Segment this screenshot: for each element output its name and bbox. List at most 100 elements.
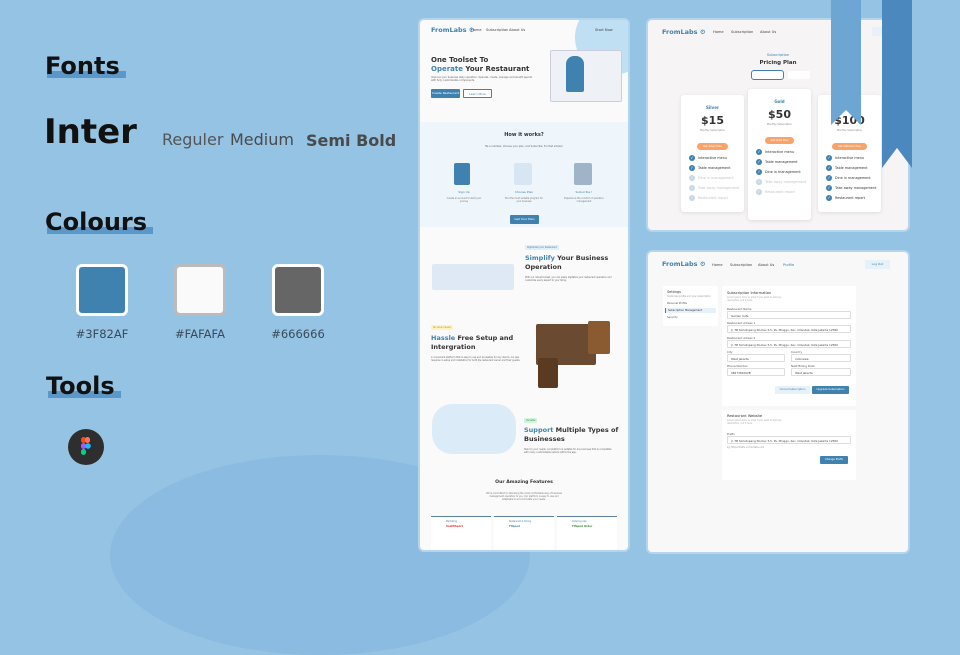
color-swatch-light <box>174 264 226 316</box>
nav-profile[interactable]: Profile <box>783 263 794 267</box>
sidebar-item-personal-profile[interactable]: Personal Profile <box>667 302 687 305</box>
section1-desc: With our robust toolset, you can easily … <box>525 276 612 282</box>
logo: FromLabs ⚙ <box>662 260 706 268</box>
prefix-hint: eg: https://Prefix.vn.fromlabs.com <box>727 446 765 449</box>
step-desc: Experience the comfort of operation mana… <box>564 197 604 203</box>
sidebar-title: Settings <box>667 290 681 294</box>
step-title: Sign Up <box>458 190 470 194</box>
address1-input[interactable]: Jl. TB Simatupang No.Kav 3-5, Ps. Minggu… <box>727 325 851 333</box>
pricing-page-mockup: FromLabs ⚙ Home Subscription About Us Su… <box>648 20 908 230</box>
section2-title: Hassle Free Setup and Intergration <box>431 334 514 351</box>
nav-subscription[interactable]: Subscription <box>730 263 752 267</box>
cafe-photo-small <box>538 358 558 388</box>
business-illustration <box>432 404 516 454</box>
nav-home[interactable]: Home <box>712 263 723 267</box>
section-title: Subscription Information <box>727 291 772 295</box>
features-title: Our Amazing Features <box>495 480 553 485</box>
step-title: Subscribe ! <box>575 190 593 194</box>
change-prefix-button[interactable]: Change Prefix <box>820 456 848 464</box>
restaurant-name-input[interactable]: Garden Cafe <box>727 311 851 319</box>
hero-title: One Toolset To Operate Your Restaurant <box>431 56 530 73</box>
sidebar-item-security[interactable]: Security <box>667 316 678 319</box>
team-illustration <box>432 264 514 290</box>
create-restaurant-button[interactable]: Create Restaurant <box>431 89 460 98</box>
start-now-link[interactable]: Start Now <box>595 28 613 32</box>
logout-button[interactable]: Log Out <box>865 260 890 269</box>
sidebar-item-subscription[interactable]: Subscription Management <box>665 308 716 313</box>
toggle-option[interactable] <box>788 71 810 79</box>
color-label: #3F82AF <box>75 327 129 341</box>
landing-page-mockup: FromLabs ⚙ Home Subscription About Us St… <box>420 20 628 550</box>
get-plan-button[interactable]: Get Gold Plan <box>764 137 795 144</box>
section1-tag: Digitalized your Restaurant <box>525 245 559 250</box>
hero-illustration <box>550 50 622 102</box>
color-swatch-gray <box>272 264 324 316</box>
how-title: How it works? <box>504 132 544 138</box>
nav-about[interactable]: About Us <box>758 263 774 267</box>
hero-desc: Improve your business daily operation. O… <box>431 76 533 82</box>
section3-tag: Versatile <box>524 418 538 423</box>
prefix-input[interactable]: Jl. TB Simatupang No.Kav 3-5, Ps. Minggu… <box>727 436 851 444</box>
country-input[interactable]: Indonesia <box>791 354 851 362</box>
decor-ribbon-light <box>831 0 861 125</box>
fonts-heading: Fonts <box>45 52 126 80</box>
section1-title: Simplify Your Business Operation <box>525 254 609 271</box>
feature-card[interactable]: Marketing SeaMiSport <box>431 516 491 550</box>
section3-title: Support Multiple Types of Businesses <box>524 426 619 443</box>
colours-heading: Colours <box>45 208 154 236</box>
cancel-subscription-button[interactable]: Cancel Subscription <box>775 386 810 394</box>
color-swatch-primary <box>76 264 128 316</box>
font-weight-regular: Reguler <box>162 130 224 149</box>
step-desc: Create an account to start your journey <box>446 197 482 203</box>
phone-input[interactable]: 0827362002B <box>727 368 785 376</box>
pricing-subtitle: Subscription <box>766 53 790 57</box>
section-desc: Lorem ipsum dolor si amet if you want to… <box>727 419 782 425</box>
city-input[interactable]: West Jakarta <box>727 354 785 362</box>
feature-card[interactable]: Ordering App Fifapod Order <box>557 516 617 550</box>
signup-illustration <box>454 163 470 185</box>
color-label: #666666 <box>271 327 325 341</box>
nav-about[interactable]: About Us <box>509 28 525 32</box>
settings-page-mockup: FromLabs ⚙ Home Subscription About Us Pr… <box>648 252 908 552</box>
nav-home[interactable]: Home <box>471 28 482 32</box>
get-plan-button[interactable]: Get Platinum Plan <box>831 143 868 150</box>
plan-card-silver: Silver $15 Monthly Subscription Get Silv… <box>681 95 744 212</box>
nav-about[interactable]: About Us <box>760 30 776 34</box>
tools-heading: Tools <box>46 372 121 400</box>
plan-illustration <box>514 163 532 185</box>
nav-subscription[interactable]: Subscription <box>731 30 753 34</box>
section3-desc: Tailor to your needs, our platform is su… <box>524 448 612 454</box>
address2-input[interactable]: Jl. TB Simatupang No.Kav 3-5, Ps. Minggu… <box>727 340 851 348</box>
upgrade-subscription-button[interactable]: Upgrade Subscription <box>812 386 849 394</box>
features-desc: We're committed to delivering the most c… <box>486 492 562 501</box>
font-weight-semibold: Semi Bold <box>306 131 397 150</box>
toggle-option[interactable] <box>751 70 784 80</box>
figma-icon <box>68 429 104 465</box>
decor-ribbon-dark <box>882 0 912 168</box>
nav-subscription[interactable]: Subscription <box>486 28 508 32</box>
get-plan-button[interactable]: Get Your Plan <box>510 215 539 224</box>
color-label: #FAFAFA <box>175 327 225 341</box>
nav-home[interactable]: Home <box>713 30 724 34</box>
restaurant-website-card: Restaurant Website Lorem ipsum dolor si … <box>722 410 856 480</box>
subscribe-illustration <box>574 163 592 185</box>
logo: FromLabs ⚙ <box>662 28 706 36</box>
section-desc: Lorem ipsum dolor si amet if you want to… <box>727 296 782 302</box>
billing-date-input[interactable]: West Jakarta <box>791 368 851 376</box>
step-title: Choose Plan <box>514 190 534 194</box>
font-weight-medium: Medium <box>230 130 294 149</box>
font-name: Inter <box>44 112 137 152</box>
feature-card[interactable]: Restaurant & Dining Fifapod <box>494 516 554 550</box>
how-subtitle: Be a member, Choose your plan, and Subsc… <box>485 145 563 148</box>
plan-card-gold: Gold $50 Monthly Subscription Get Gold P… <box>748 89 811 220</box>
section2-desc: A convenient platform that is easy to us… <box>431 356 521 362</box>
section2-tag: No setup hassle! <box>431 325 454 330</box>
subscription-info-card: Subscription Information Lorem ipsum dol… <box>722 286 856 406</box>
pricing-title: Pricing Plan <box>759 60 797 66</box>
sidebar-desc: Customize profile and your subscription <box>667 295 711 298</box>
logo: FromLabs ⚙ <box>431 26 475 34</box>
get-plan-button[interactable]: Get Silver Plan <box>696 143 729 150</box>
learn-more-button[interactable]: Learn More <box>463 89 492 98</box>
cafe-photo-small <box>588 321 610 354</box>
step-desc: Find the most suitable program for your … <box>504 197 544 203</box>
